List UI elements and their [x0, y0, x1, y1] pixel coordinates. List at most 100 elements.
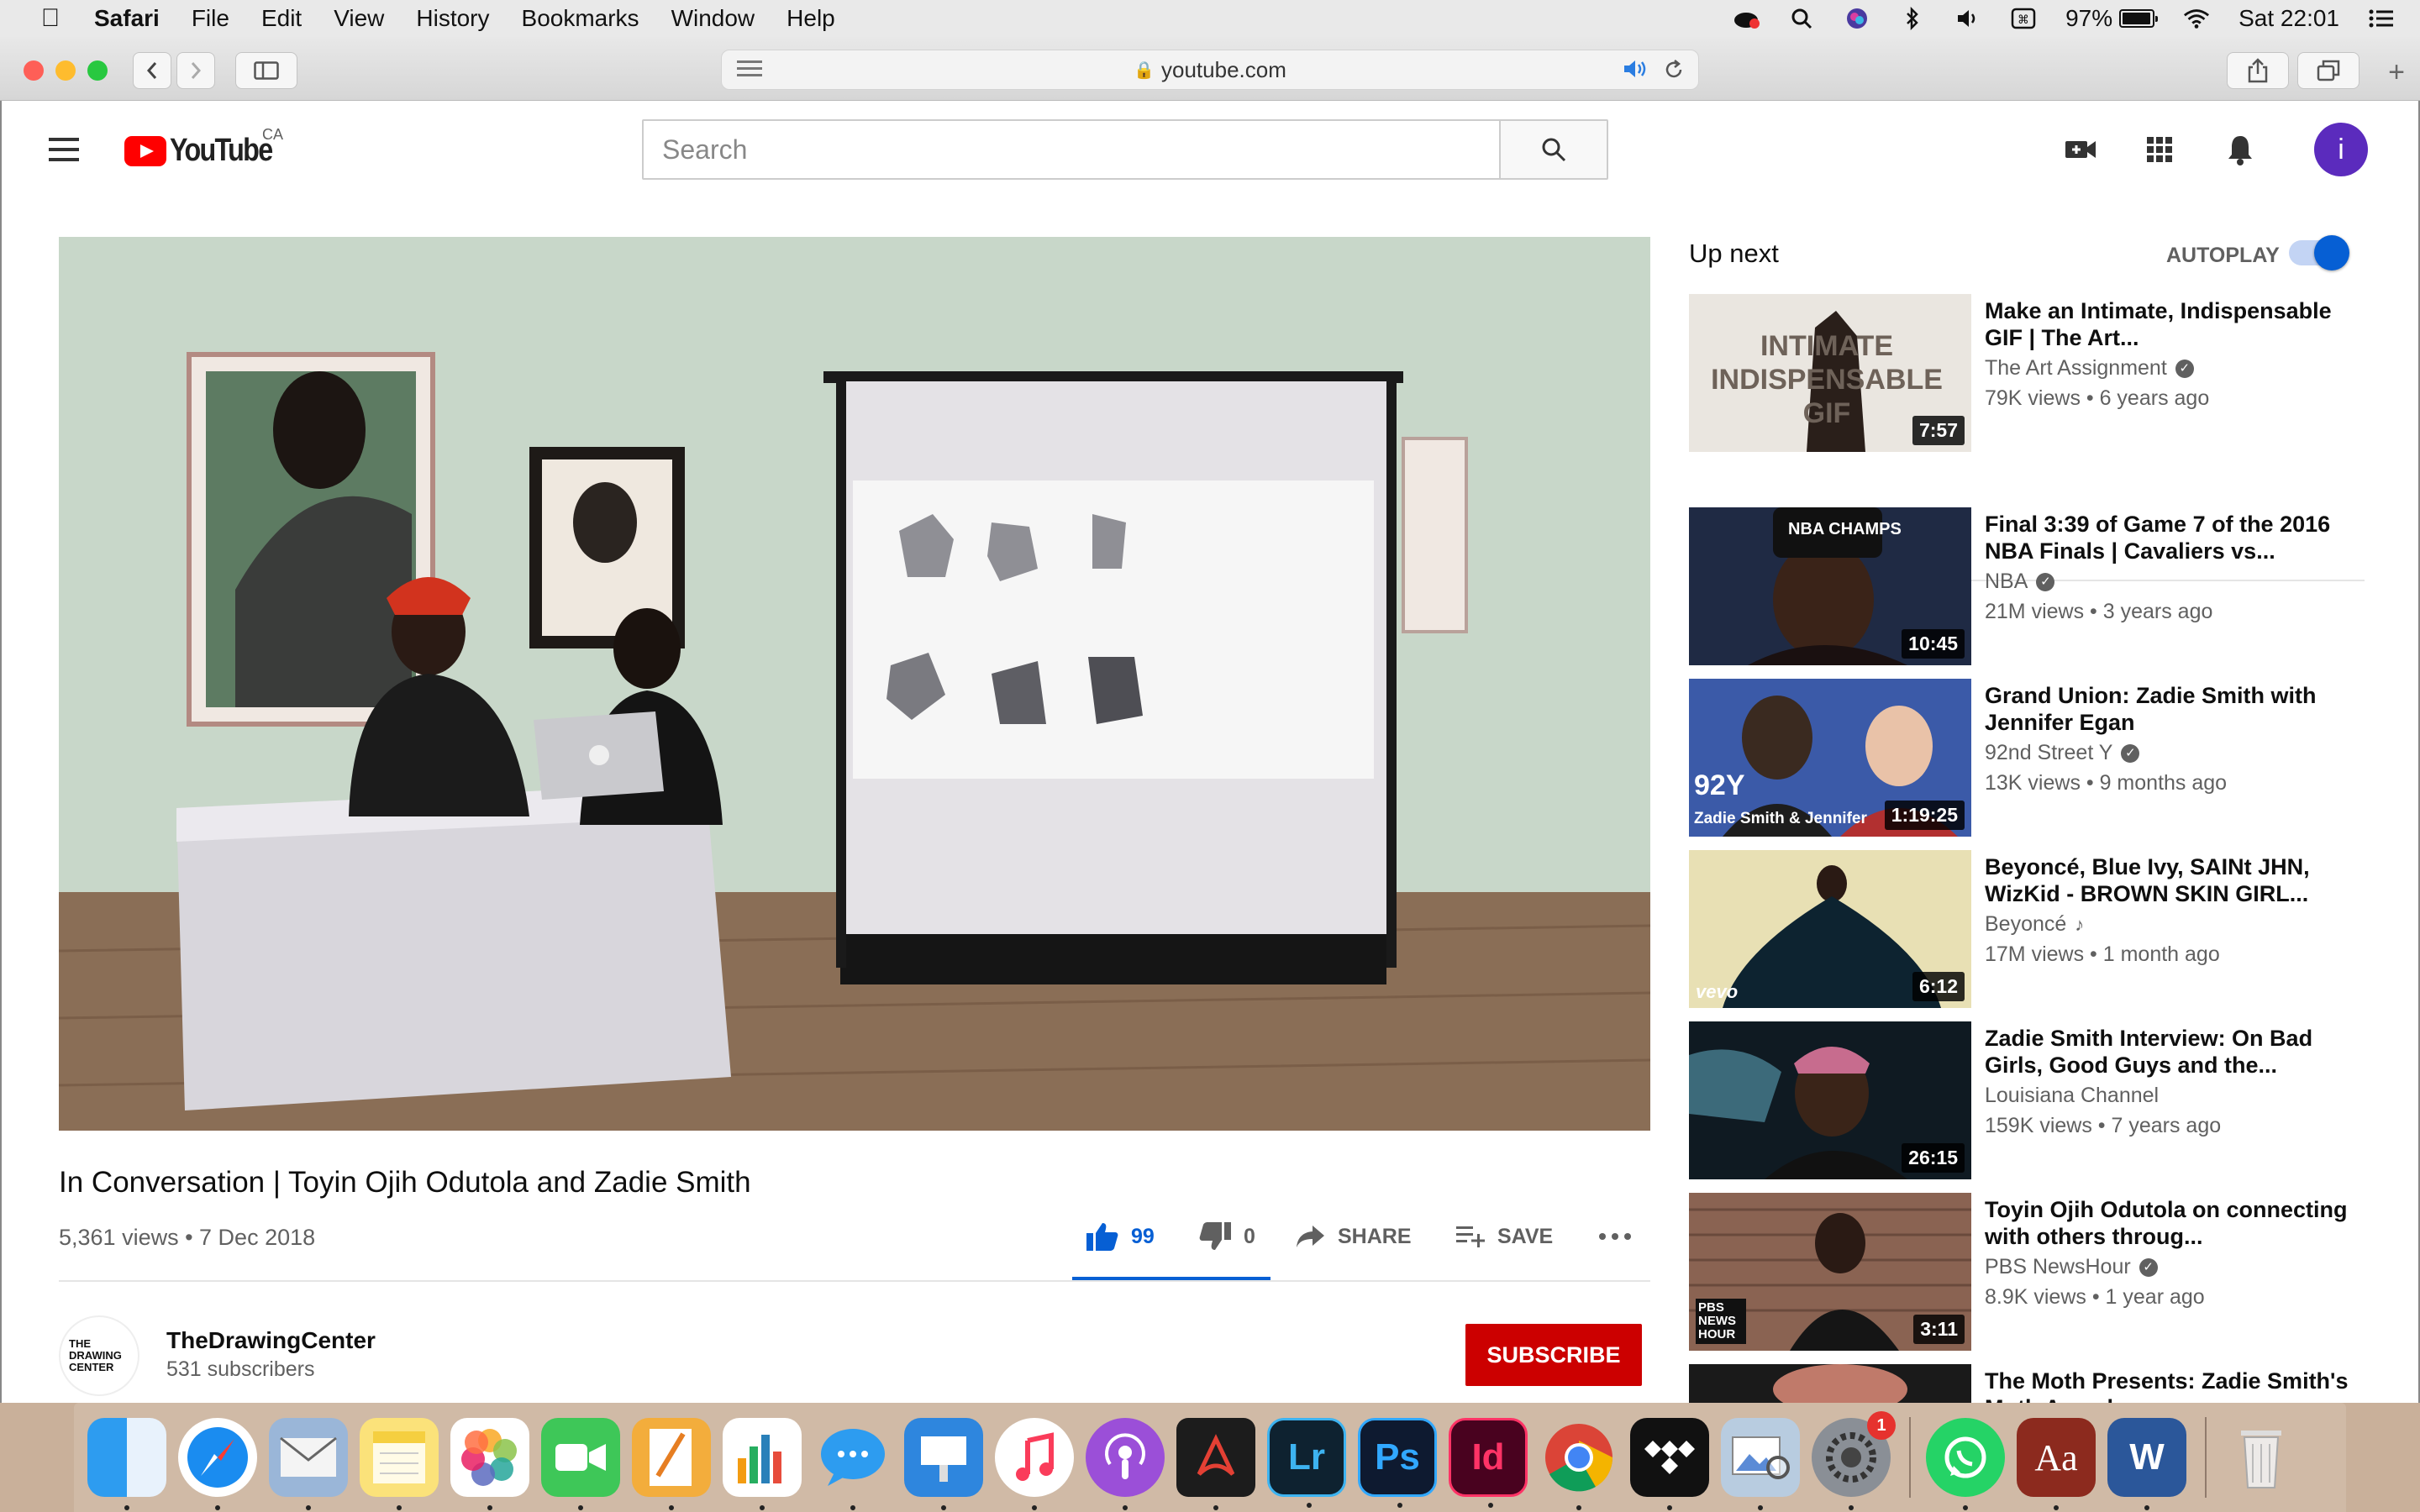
mail-icon[interactable]	[269, 1418, 348, 1510]
acrobat-icon[interactable]	[1176, 1418, 1255, 1510]
window-zoom-button[interactable]	[87, 60, 108, 81]
menu-edit[interactable]: Edit	[261, 5, 302, 32]
like-button[interactable]: 99	[1086, 1211, 1155, 1262]
channel-name[interactable]: Beyoncé ♪	[1985, 912, 2084, 937]
lightroom-icon[interactable]: Lr	[1267, 1418, 1346, 1508]
video-thumbnail[interactable]: PBS NEWS HOUR 3:11	[1689, 1193, 1971, 1351]
channel-name[interactable]: The Art Assignment ✓	[1985, 356, 2194, 381]
recommended-video[interactable]: vevo 6:12 Beyoncé, Blue Ivy, SAINt JHN, …	[1689, 850, 2361, 1008]
facetime-icon[interactable]	[541, 1418, 620, 1510]
safari-icon[interactable]	[178, 1418, 257, 1510]
keynote-icon[interactable]	[904, 1418, 983, 1510]
recommended-video[interactable]: NBA CHAMPS 10:45 Final 3:39 of Game 7 of…	[1689, 507, 2361, 665]
numbers-icon[interactable]	[723, 1418, 802, 1510]
music-icon[interactable]	[995, 1418, 1074, 1510]
volume-icon[interactable]	[1954, 7, 1981, 30]
video-title[interactable]: Final 3:39 of Game 7 of the 2016 NBA Fin…	[1985, 511, 2354, 564]
video-thumbnail[interactable]: 92Y Zadie Smith & Jennifer 1:19:25	[1689, 679, 1971, 837]
video-thumbnail[interactable]: NBA CHAMPS 10:45	[1689, 507, 1971, 665]
audio-playing-icon[interactable]	[1623, 59, 1649, 87]
youtube-logo[interactable]: YouTube CA	[124, 126, 290, 169]
channel-name[interactable]: NBA ✓	[1985, 570, 2055, 594]
channel-name[interactable]: 92nd Street Y ✓	[1985, 741, 2140, 765]
account-avatar[interactable]: i	[2314, 123, 2368, 176]
channel-name[interactable]: PBS NewsHour ✓	[1985, 1255, 2158, 1279]
video-title[interactable]: Zadie Smith Interview: On Bad Girls, Goo…	[1985, 1025, 2354, 1079]
menu-help[interactable]: Help	[786, 5, 835, 32]
recommended-video[interactable]: PBS NEWS HOUR 3:11 Toyin Ojih Odutola on…	[1689, 1193, 2361, 1351]
subscribe-button[interactable]: SUBSCRIBE	[1465, 1324, 1642, 1386]
new-tab-plus-icon[interactable]: +	[2380, 55, 2413, 89]
video-title[interactable]: The Moth Presents: Zadie Smith's Moth Aw…	[1985, 1368, 2354, 1403]
save-button[interactable]: SAVE	[1455, 1211, 1553, 1262]
notification-center-icon[interactable]	[2368, 7, 2395, 30]
recommended-video[interactable]: The Moth Presents: Zadie Smith's Moth Aw…	[1689, 1364, 2361, 1403]
podcasts-icon[interactable]	[1086, 1418, 1165, 1510]
chrome-icon[interactable]	[1539, 1418, 1618, 1510]
photos-icon[interactable]	[450, 1418, 529, 1510]
search-input[interactable]	[644, 121, 1499, 178]
video-title[interactable]: Beyoncé, Blue Ivy, SAINt JHN, WizKid - B…	[1985, 853, 2354, 907]
indesign-icon[interactable]: Id	[1449, 1418, 1528, 1508]
whatsapp-icon[interactable]	[1926, 1418, 2005, 1510]
tidal-icon[interactable]	[1630, 1418, 1709, 1510]
photoshop-icon[interactable]: Ps	[1358, 1418, 1437, 1508]
pages-icon[interactable]	[632, 1418, 711, 1510]
recommended-video[interactable]: INTIMATE INDISPENSABLE GIF 7:57 Make an …	[1689, 294, 2361, 452]
forward-button[interactable]	[176, 52, 215, 89]
menu-bookmarks[interactable]: Bookmarks	[522, 5, 639, 32]
window-close-button[interactable]	[24, 60, 44, 81]
apps-grid-icon[interactable]	[2141, 131, 2178, 168]
spotlight-search-icon[interactable]	[1788, 7, 1815, 30]
hamburger-menu-icon[interactable]	[49, 138, 79, 161]
share-toolbar-button[interactable]	[2227, 52, 2289, 89]
autoplay-toggle[interactable]	[2289, 235, 2349, 270]
video-thumbnail[interactable]: 26:15	[1689, 1021, 1971, 1179]
creative-cloud-icon[interactable]	[1733, 7, 1760, 30]
back-button[interactable]	[133, 52, 171, 89]
bluetooth-icon[interactable]	[1899, 7, 1926, 30]
video-title[interactable]: Grand Union: Zadie Smith with Jennifer E…	[1985, 682, 2354, 736]
preview-icon[interactable]	[1721, 1418, 1800, 1510]
search-button[interactable]	[1499, 121, 1607, 178]
apple-menu-icon[interactable]: 	[34, 4, 67, 33]
word-icon[interactable]: W	[2107, 1418, 2186, 1510]
recommended-video[interactable]: 26:15 Zadie Smith Interview: On Bad Girl…	[1689, 1021, 2361, 1179]
menu-file[interactable]: File	[192, 5, 229, 32]
keyboard-input-icon[interactable]: ⌘	[2010, 7, 2037, 30]
tabs-overview-button[interactable]	[2297, 52, 2360, 89]
video-thumbnail[interactable]: vevo 6:12	[1689, 850, 1971, 1008]
channel-avatar[interactable]: THE DRAWING CENTER	[59, 1315, 139, 1396]
channel-name[interactable]: TheDrawingCenter	[166, 1327, 376, 1354]
video-title[interactable]: Toyin Ojih Odutola on connecting with ot…	[1985, 1196, 2354, 1250]
video-player[interactable]	[59, 237, 1650, 1131]
menu-window[interactable]: Window	[671, 5, 755, 32]
video-thumbnail[interactable]	[1689, 1364, 1971, 1403]
notes-icon[interactable]	[360, 1418, 439, 1510]
siri-icon[interactable]	[1844, 7, 1870, 30]
channel-name[interactable]: Louisiana Channel	[1985, 1084, 2159, 1108]
system-preferences-icon[interactable]: 1	[1812, 1411, 1896, 1510]
address-bar[interactable]: 🔒 youtube.com	[721, 50, 1699, 90]
wifi-icon[interactable]	[2183, 7, 2210, 30]
notifications-bell-icon[interactable]	[2222, 131, 2259, 168]
trash-icon[interactable]	[2222, 1418, 2301, 1497]
reader-view-icon[interactable]	[737, 60, 762, 79]
menu-app-safari[interactable]: Safari	[94, 5, 160, 32]
video-title[interactable]: Make an Intimate, Indispensable GIF | Th…	[1985, 297, 2354, 351]
share-button[interactable]: SHARE	[1296, 1211, 1412, 1262]
menu-view[interactable]: View	[334, 5, 384, 32]
create-video-icon[interactable]	[2062, 131, 2099, 168]
dislike-button[interactable]: 0	[1198, 1211, 1255, 1262]
menu-history[interactable]: History	[416, 5, 489, 32]
sidebar-toggle-button[interactable]	[235, 52, 297, 89]
battery-indicator[interactable]: 97%	[2065, 5, 2159, 32]
window-minimize-button[interactable]	[55, 60, 76, 81]
dictionary-icon[interactable]: Aa	[2017, 1418, 2096, 1510]
video-thumbnail[interactable]: INTIMATE INDISPENSABLE GIF 7:57	[1689, 294, 1971, 452]
reload-icon[interactable]	[1663, 59, 1685, 87]
recommended-video[interactable]: 92Y Zadie Smith & Jennifer 1:19:25 Grand…	[1689, 679, 2361, 837]
menubar-clock[interactable]: Sat 22:01	[2238, 5, 2339, 32]
more-actions-button[interactable]	[1598, 1211, 1632, 1262]
messages-icon[interactable]	[813, 1418, 892, 1510]
